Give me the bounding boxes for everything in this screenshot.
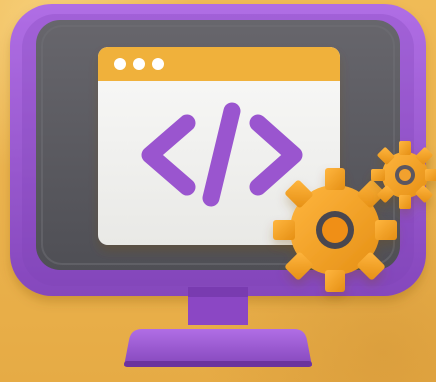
monitor-stand [124,287,312,367]
window-dot-icon [133,58,145,70]
gear-icon [273,168,397,292]
gear-icon [371,141,436,209]
window-dot-icon [152,58,164,70]
illustration-scene [0,0,436,382]
monitor-illustration [10,4,436,367]
window-dot-icon [114,58,126,70]
